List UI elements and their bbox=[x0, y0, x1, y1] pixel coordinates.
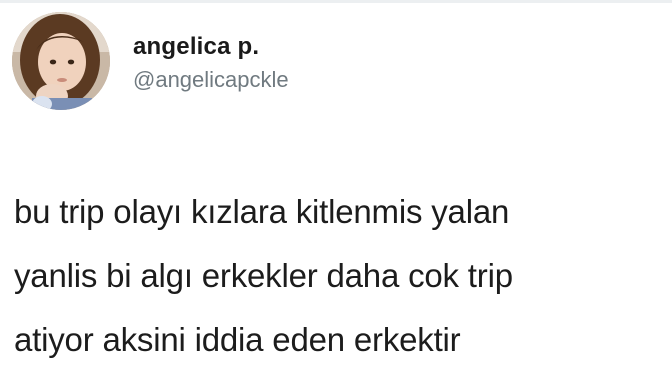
tweet-text: bu trip olayı kızlara kitlenmis yalan ya… bbox=[14, 180, 664, 372]
profile-photo-icon bbox=[12, 12, 110, 110]
user-handle[interactable]: @angelicapckle bbox=[133, 67, 289, 93]
tweet-line: atiyor aksini iddia eden erkektir bbox=[14, 321, 461, 358]
tweet-line: yanlis bi algı erkekler daha cok trip bbox=[14, 257, 513, 294]
divider bbox=[0, 0, 672, 3]
tweet-card: angelica p. @angelicapckle bu trip olayı… bbox=[0, 0, 672, 378]
tweet-line: bu trip olayı kızlara kitlenmis yalan bbox=[14, 193, 510, 230]
avatar[interactable] bbox=[12, 12, 110, 110]
display-name[interactable]: angelica p. bbox=[133, 33, 259, 61]
